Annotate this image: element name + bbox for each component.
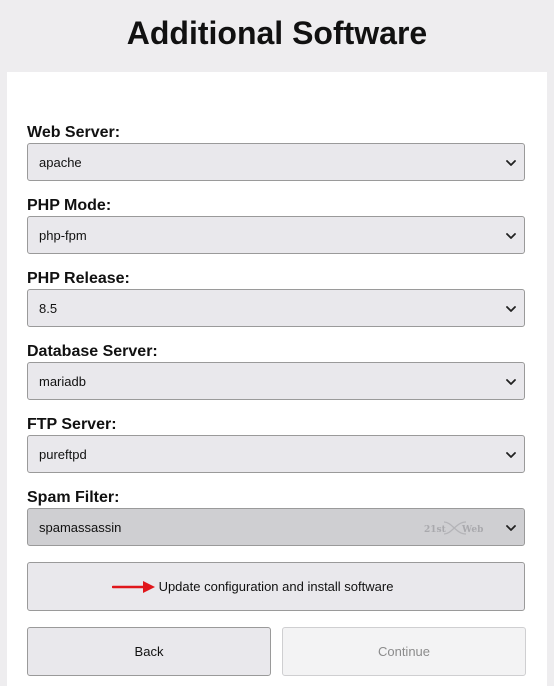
- php-mode-value: php-fpm: [39, 228, 87, 243]
- database-server-label: Database Server:: [27, 343, 158, 360]
- chevron-down-icon: [506, 233, 516, 239]
- chevron-down-icon: [506, 160, 516, 166]
- web-server-label: Web Server:: [27, 124, 121, 141]
- chevron-down-icon: [506, 379, 516, 385]
- chevron-down-icon: [506, 452, 516, 458]
- ftp-server-value: pureftpd: [39, 447, 87, 462]
- php-release-label: PHP Release:: [27, 270, 130, 287]
- header: Additional Software: [0, 0, 554, 72]
- continue-label: Continue: [377, 644, 431, 659]
- chevron-down-icon: [506, 525, 516, 531]
- page-title: Additional Software: [126, 15, 428, 51]
- database-server-value: mariadb: [39, 374, 86, 389]
- watermark-logo: 21st Web: [424, 521, 483, 535]
- spam-filter-value: spamassassin: [39, 520, 122, 535]
- update-configuration-button[interactable]: Update configuration and install softwar…: [27, 562, 525, 611]
- web-server-value: apache: [39, 155, 82, 170]
- watermark-text-right: Web: [461, 525, 483, 535]
- update-configuration-label: Update configuration and install softwar…: [158, 579, 394, 594]
- spam-filter-select[interactable]: spamassassin 21st Web: [27, 508, 525, 546]
- web-server-select[interactable]: apache: [27, 143, 525, 181]
- back-button[interactable]: Back: [27, 627, 271, 676]
- php-mode-label: PHP Mode:: [27, 197, 112, 214]
- php-mode-select[interactable]: php-fpm: [27, 216, 525, 254]
- red-arrow-icon: [112, 581, 155, 593]
- watermark-text-left: 21st: [424, 525, 447, 535]
- chevron-down-icon: [506, 306, 516, 312]
- back-label: Back: [134, 644, 164, 659]
- continue-button[interactable]: Continue: [282, 627, 526, 676]
- database-server-select[interactable]: mariadb: [27, 362, 525, 400]
- spam-filter-label: Spam Filter:: [27, 489, 120, 506]
- php-release-select[interactable]: 8.5: [27, 289, 525, 327]
- ftp-server-select[interactable]: pureftpd: [27, 435, 525, 473]
- ftp-server-label: FTP Server:: [27, 416, 117, 433]
- php-release-value: 8.5: [39, 301, 58, 316]
